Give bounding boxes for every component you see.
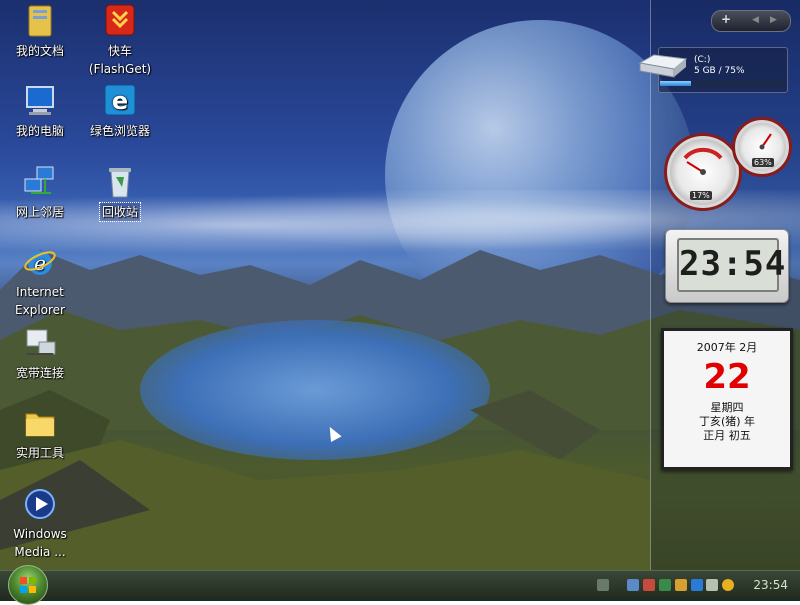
antivirus-icon[interactable] bbox=[659, 579, 671, 591]
memory-percent: 63% bbox=[752, 158, 774, 167]
drive-usage-fill bbox=[660, 81, 691, 86]
calendar-gadget[interactable]: 2007年 2月 22 星期四 丁亥(猪) 年 正月 初五 bbox=[661, 328, 793, 470]
desktop-icon-windows-media[interactable]: Windows Media ... bbox=[2, 487, 78, 561]
desktop-icon-my-computer[interactable]: 我的电脑 bbox=[2, 84, 78, 140]
recycle-bin-icon bbox=[103, 165, 137, 199]
calendar-day: 22 bbox=[664, 357, 790, 397]
sidebar-toolbar: + ◀ ▶ bbox=[711, 10, 791, 32]
display-tray-icon[interactable] bbox=[691, 579, 703, 591]
desktop-icon-network-places[interactable]: 网上邻居 bbox=[2, 165, 78, 221]
calendar-year-month: 2007年 2月 bbox=[664, 339, 790, 355]
clock-time: 23:54 bbox=[679, 244, 777, 284]
hard-drive-icon bbox=[636, 53, 688, 83]
desktop-icon-label: Windows Media ... bbox=[2, 525, 78, 561]
network-tray-icon[interactable] bbox=[627, 579, 639, 591]
taskbar-clock[interactable]: 23:54 bbox=[753, 578, 788, 592]
folder-icon bbox=[23, 406, 57, 440]
media-player-icon bbox=[23, 487, 57, 521]
desktop-icon-label: 宽带连接 bbox=[2, 364, 78, 382]
desktop-icon-broadband[interactable]: 宽带连接 bbox=[2, 326, 78, 382]
drive-name: (C:) bbox=[694, 55, 710, 65]
broadband-connection-icon bbox=[23, 326, 57, 360]
drive-meter-gadget[interactable]: (C:) 5 GB / 75% bbox=[636, 45, 788, 95]
calendar-lunar-date: 正月 初五 bbox=[664, 427, 790, 443]
internet-explorer-icon: e bbox=[23, 245, 57, 279]
folder-documents-icon bbox=[23, 4, 57, 38]
keyboard-icon[interactable] bbox=[597, 579, 609, 591]
desktop-icon-label: 回收站 bbox=[100, 203, 140, 221]
digital-clock-gadget[interactable]: 23:54 bbox=[665, 229, 789, 303]
cpu-percent: 17% bbox=[690, 191, 712, 200]
prev-gadget-button[interactable]: ◀ bbox=[752, 15, 759, 25]
security-icon[interactable] bbox=[643, 579, 655, 591]
volume-icon[interactable] bbox=[706, 579, 718, 591]
desktop-icon-label: Internet Explorer bbox=[2, 283, 78, 319]
add-gadget-button[interactable]: + bbox=[721, 12, 731, 26]
desktop-icon-flashget[interactable]: 快车 (FlashGet) bbox=[82, 4, 158, 78]
desktop-icon-recycle-bin[interactable]: 回收站 bbox=[82, 165, 158, 221]
desktop-icon-internet-explorer[interactable]: e Internet Explorer bbox=[2, 245, 78, 319]
start-button[interactable] bbox=[8, 565, 48, 605]
program-tray-icon[interactable] bbox=[675, 579, 687, 591]
green-browser-icon: e bbox=[103, 84, 137, 118]
desktop-icon-green-browser[interactable]: e 绿色浏览器 bbox=[82, 84, 158, 140]
flashget-icon bbox=[103, 4, 137, 38]
desktop-icon-my-documents[interactable]: 我的文档 bbox=[2, 4, 78, 60]
desktop-icon-label: 网上邻居 bbox=[2, 203, 78, 221]
desktop-icon-utilities[interactable]: 实用工具 bbox=[2, 406, 78, 462]
next-gadget-button[interactable]: ▶ bbox=[770, 15, 777, 25]
desktop-icon-label: 实用工具 bbox=[2, 444, 78, 462]
cpu-meter-gadget[interactable]: 17% 63% bbox=[660, 115, 790, 215]
system-tray: 23:54 bbox=[595, 571, 800, 601]
computer-icon bbox=[23, 84, 57, 118]
drive-usage-bar bbox=[660, 81, 784, 86]
memory-gauge bbox=[732, 117, 792, 177]
sun-icon[interactable] bbox=[722, 579, 734, 591]
drive-usage: 5 GB / 75% bbox=[694, 66, 745, 76]
desktop-icon-label: 快车 (FlashGet) bbox=[82, 42, 158, 78]
svg-text:e: e bbox=[112, 87, 128, 115]
clock-display: 23:54 bbox=[677, 238, 779, 292]
desktop-icon-label: 绿色浏览器 bbox=[82, 122, 158, 140]
taskbar: 23:54 bbox=[0, 570, 800, 601]
network-icon bbox=[23, 165, 57, 199]
desktop-icon-label: 我的文档 bbox=[2, 42, 78, 60]
desktop-icon-label: 我的电脑 bbox=[2, 122, 78, 140]
